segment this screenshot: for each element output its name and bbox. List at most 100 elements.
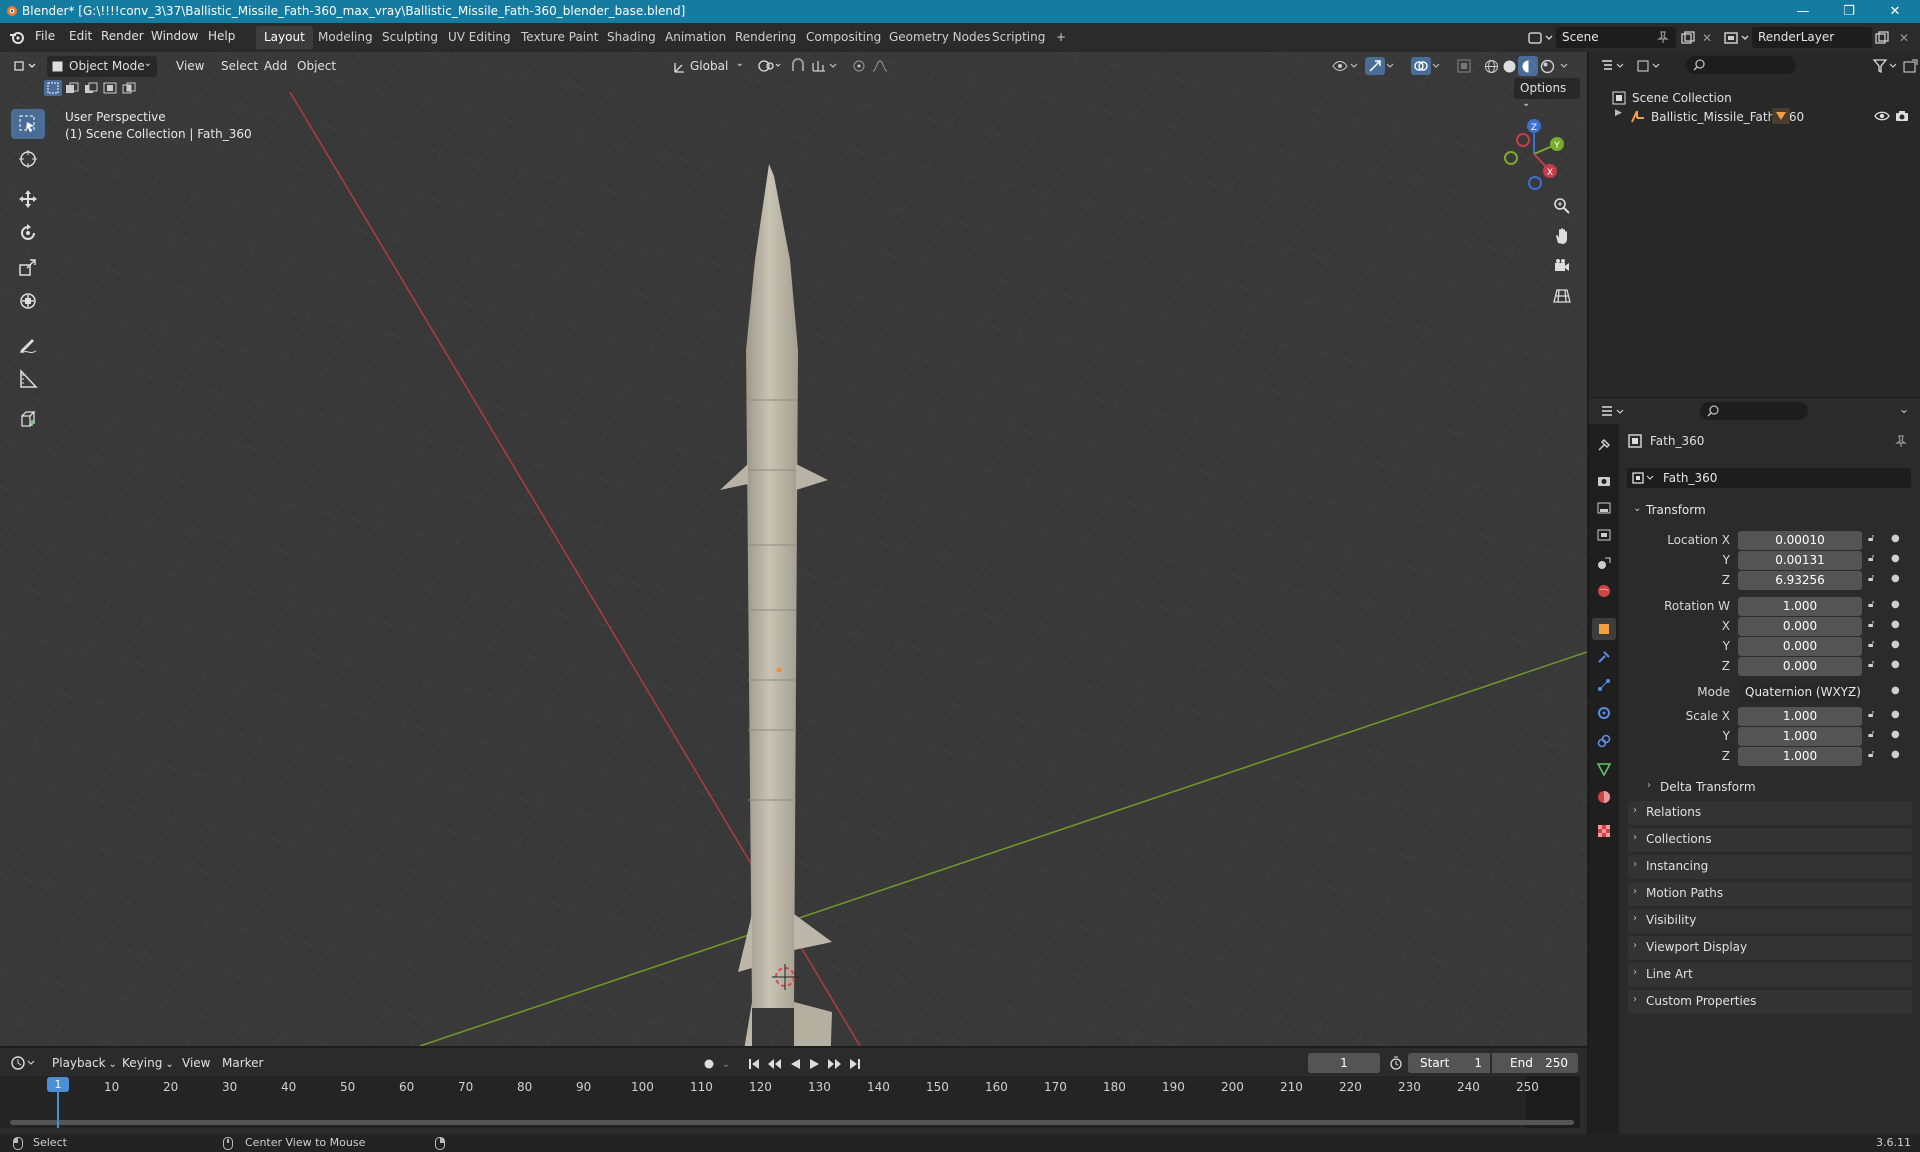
modifier-tab-icon[interactable] [1592, 646, 1616, 668]
render-layer-field[interactable]: RenderLayer [1752, 27, 1872, 48]
transform-tool[interactable] [11, 286, 45, 316]
overlay-toggle-icon[interactable] [1410, 56, 1444, 76]
render-layer-icon[interactable] [1722, 29, 1752, 47]
annotate-tool[interactable] [11, 330, 45, 360]
keyframe-dot-icon[interactable]: ● [1891, 709, 1900, 720]
add-workspace-button[interactable]: + [1048, 26, 1074, 49]
snap-target-icon[interactable] [810, 57, 842, 75]
add-cube-tool[interactable] [11, 404, 45, 434]
panel-viewport-display[interactable]: › Viewport Display [1628, 936, 1912, 960]
keyframe-dot-icon[interactable]: ● [1891, 573, 1900, 584]
timeline-scrollbar[interactable] [10, 1120, 1574, 1125]
rotation-z-field[interactable]: 0.000 [1738, 657, 1862, 676]
tab-rendering[interactable]: Rendering [727, 26, 804, 49]
pin-icon[interactable] [1656, 30, 1670, 44]
editor-type-icon[interactable] [12, 56, 40, 76]
visibility-select-icon[interactable] [1330, 56, 1360, 76]
tab-compositing[interactable]: Compositing [798, 26, 889, 49]
view-menu[interactable]: View [170, 56, 210, 77]
location-x-field[interactable]: 0.00010 [1738, 531, 1862, 550]
snap-icon[interactable] [789, 57, 807, 75]
panel-instancing[interactable]: › Instancing [1628, 855, 1912, 879]
panel-visibility[interactable]: › Visibility [1628, 909, 1912, 933]
options-button[interactable]: Options ⌄ [1514, 78, 1580, 109]
menu-file[interactable]: File [35, 29, 55, 43]
current-frame-field[interactable]: 1 [1308, 1053, 1380, 1073]
keyframe-dot-icon[interactable]: ● [1891, 599, 1900, 610]
new-layer-icon[interactable] [1873, 29, 1891, 47]
rotation-mode-select[interactable]: Quaternion (WXYZ) ⌄ [1738, 682, 1862, 702]
render-tab-icon[interactable] [1592, 470, 1616, 492]
jump-end-icon[interactable] [847, 1056, 863, 1072]
properties-editor-icon[interactable] [1599, 402, 1627, 422]
delta-transform-chevron-icon[interactable]: › [1647, 780, 1651, 791]
falloff-icon[interactable] [870, 57, 898, 75]
timeline-view-menu[interactable]: View [176, 1053, 216, 1074]
shading-material-icon[interactable] [1518, 56, 1538, 76]
mode-select[interactable]: Object Mode ⌄ [47, 56, 157, 77]
rotation-x-field[interactable]: 0.000 [1738, 617, 1862, 636]
menu-edit[interactable]: Edit [69, 29, 92, 43]
shading-wireframe-icon[interactable] [1482, 57, 1500, 75]
lock-icon[interactable]: 🔓︎ [1868, 619, 1874, 630]
tab-sculpting[interactable]: Sculpting [374, 26, 446, 49]
tab-animation[interactable]: Animation [657, 26, 734, 49]
lock-icon[interactable]: 🔓︎ [1868, 599, 1874, 610]
lock-icon[interactable]: 🔓︎ [1868, 573, 1874, 584]
object-menu[interactable]: Object [291, 56, 342, 77]
outliner-editor-icon[interactable] [1599, 56, 1627, 76]
new-scene-icon[interactable] [1679, 29, 1697, 47]
scene-tab-icon[interactable] [1592, 552, 1616, 574]
gizmo-toggle-icon[interactable] [1364, 56, 1398, 76]
lock-icon[interactable]: 🔓︎ [1868, 553, 1874, 564]
tab-shading[interactable]: Shading [599, 26, 664, 49]
timeline-editor-icon[interactable] [10, 1053, 38, 1073]
pan-hand-icon[interactable] [1547, 222, 1577, 250]
tab-layout[interactable]: Layout [256, 26, 313, 49]
outliner-search-input[interactable] [1686, 56, 1796, 74]
keyframe-dot-icon[interactable]: ● [1891, 659, 1900, 670]
keyframe-dot-icon[interactable]: ● [1891, 685, 1900, 696]
panel-motion-paths[interactable]: › Motion Paths [1628, 882, 1912, 906]
stopwatch-icon[interactable] [1388, 1055, 1404, 1071]
3d-viewport[interactable]: Object Mode ⌄ View Select Add Object Glo… [0, 52, 1587, 1046]
menu-help[interactable]: Help [208, 29, 235, 43]
particles-tab-icon[interactable] [1592, 674, 1616, 696]
jump-keyframe-back-icon[interactable] [765, 1056, 783, 1072]
select-subtract-icon[interactable] [82, 80, 100, 96]
scene-selector-icon[interactable] [1526, 29, 1556, 47]
jump-start-icon[interactable] [746, 1056, 762, 1072]
texture-tab-icon[interactable] [1592, 820, 1616, 842]
add-menu[interactable]: Add [258, 56, 293, 77]
lock-icon[interactable]: 🔓︎ [1868, 709, 1874, 720]
delete-layer-icon[interactable]: ✕ [1896, 29, 1912, 47]
cursor-tool[interactable] [11, 144, 45, 174]
marker-menu[interactable]: Marker [216, 1053, 269, 1074]
object-browse-icon[interactable] [1631, 471, 1657, 485]
properties-search-input[interactable] [1700, 402, 1808, 420]
lock-icon[interactable]: 🔓︎ [1868, 729, 1874, 740]
select-new-icon[interactable] [44, 80, 62, 96]
material-tab-icon[interactable] [1592, 786, 1616, 808]
chevron-down-icon[interactable]: ⌄ [720, 1056, 732, 1072]
eye-icon[interactable] [1873, 108, 1891, 124]
select-menu[interactable]: Select [215, 56, 264, 77]
xray-icon[interactable] [1455, 57, 1473, 75]
rotation-y-field[interactable]: 0.000 [1738, 637, 1862, 656]
scale-tool[interactable] [11, 252, 45, 282]
modifier-filter-icon[interactable] [1772, 108, 1790, 124]
shading-solid-icon[interactable] [1500, 57, 1518, 75]
tool-tab-icon[interactable] [1592, 434, 1616, 456]
playback-menu[interactable]: Playback ⌄ [46, 1053, 123, 1074]
blender-menu-icon[interactable] [9, 29, 25, 45]
new-collection-icon[interactable] [1901, 57, 1919, 75]
tab-modeling[interactable]: Modeling [310, 26, 381, 49]
output-tab-icon[interactable] [1592, 497, 1616, 519]
location-y-field[interactable]: 0.00131 [1738, 551, 1862, 570]
play-reverse-icon[interactable] [787, 1056, 803, 1072]
minimize-button[interactable]: — [1780, 0, 1826, 23]
camera-render-icon[interactable] [1893, 108, 1911, 124]
object-datablock-field[interactable]: Fath_360 [1627, 468, 1911, 488]
tab-geometry-nodes[interactable]: Geometry Nodes [881, 26, 998, 49]
menu-window[interactable]: Window [151, 29, 198, 43]
